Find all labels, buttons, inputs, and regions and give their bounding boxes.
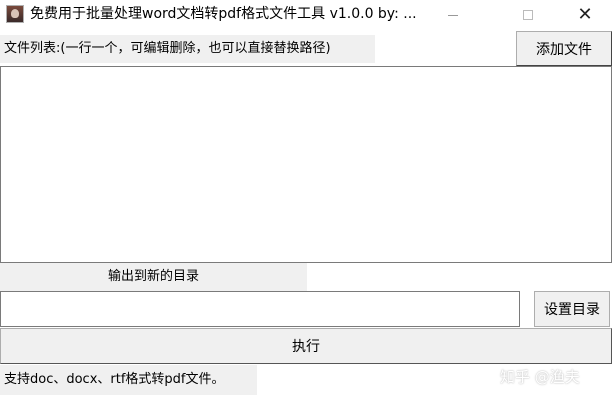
minimize-button[interactable]: [430, 0, 476, 30]
maximize-button[interactable]: [505, 0, 551, 30]
file-list-textarea[interactable]: [0, 66, 612, 263]
watermark: 知乎 @渔夫: [500, 368, 580, 386]
minimize-icon: [448, 14, 458, 16]
set-directory-button[interactable]: 设置目录: [534, 291, 610, 327]
maximize-icon: [523, 10, 533, 20]
output-dir-input[interactable]: [0, 291, 520, 327]
close-button[interactable]: ✕: [562, 0, 608, 30]
add-file-button[interactable]: 添加文件: [516, 31, 612, 66]
output-dir-label: 输出到新的目录: [0, 263, 307, 291]
file-list-label: 文件列表:(一行一个，可编辑删除，也可以直接替换路径): [0, 35, 375, 63]
window-title: 免费用于批量处理word文档转pdf格式文件工具 v1.0.0 by: ...: [30, 6, 417, 22]
title-bar: 免费用于批量处理word文档转pdf格式文件工具 v1.0.0 by: ... …: [0, 0, 614, 30]
execute-button[interactable]: 执行: [0, 328, 612, 364]
app-window: 免费用于批量处理word文档转pdf格式文件工具 v1.0.0 by: ... …: [0, 0, 614, 401]
status-text: 支持doc、docx、rtf格式转pdf文件。: [0, 365, 257, 395]
close-icon: ✕: [577, 4, 593, 25]
app-icon: [6, 5, 24, 23]
